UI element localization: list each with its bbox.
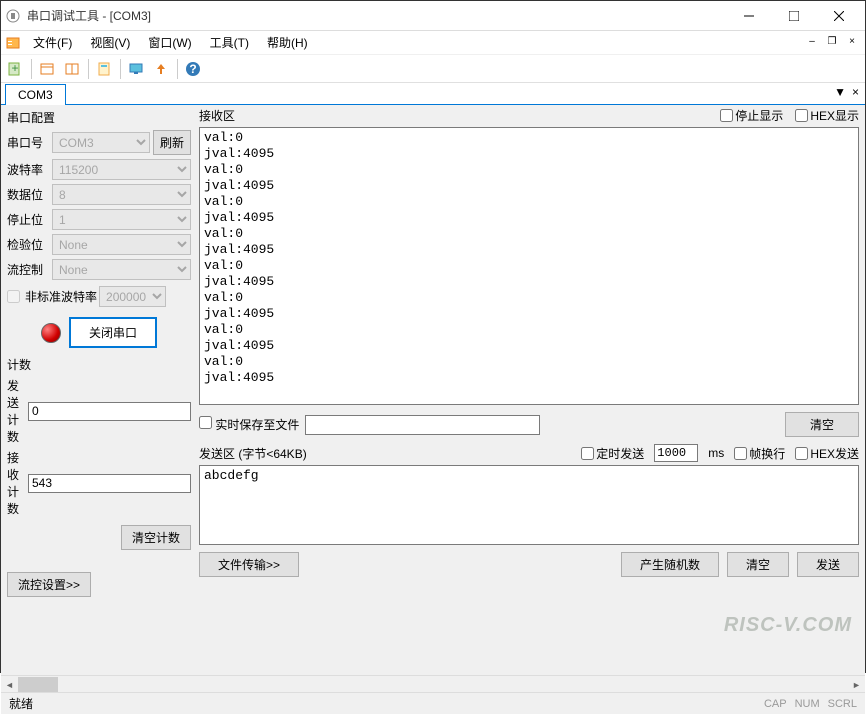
baud-label: 波特率 — [7, 161, 49, 178]
tool-monitor-icon[interactable] — [124, 57, 148, 81]
tab-dropdown-icon[interactable]: ▼ — [834, 85, 846, 99]
parity-select[interactable]: None — [52, 234, 191, 255]
parity-label: 检验位 — [7, 236, 49, 253]
config-title: 串口配置 — [7, 107, 191, 128]
wrap-option[interactable]: 帧换行 — [734, 445, 785, 462]
app-icon — [5, 8, 21, 24]
clear-count-button[interactable]: 清空计数 — [121, 525, 191, 550]
hex-display-checkbox[interactable] — [795, 109, 808, 122]
status-ready: 就绪 — [9, 695, 33, 712]
rx-textarea[interactable]: val:0 jval:4095 val:0 jval:4095 val:0 jv… — [199, 127, 859, 405]
status-cap: CAP — [764, 698, 787, 710]
send-count-input[interactable] — [28, 402, 191, 421]
horizontal-scrollbar[interactable]: ◄ ► — [1, 675, 865, 692]
tool-layout2-icon[interactable] — [60, 57, 84, 81]
menu-tools[interactable]: 工具(T) — [202, 31, 257, 54]
right-panel: 接收区 停止显示 HEX显示 val:0 jval:4095 val:0 jva… — [197, 105, 865, 675]
toolbar: + ? — [1, 55, 865, 83]
status-num: NUM — [795, 698, 820, 710]
hex-send-checkbox[interactable] — [795, 447, 808, 460]
save-realtime-option[interactable]: 实时保存至文件 — [199, 416, 299, 433]
menu-view[interactable]: 视图(V) — [82, 31, 138, 54]
save-path-input[interactable] — [305, 415, 540, 435]
timed-send-checkbox[interactable] — [581, 447, 594, 460]
mdi-restore[interactable]: ❐ — [823, 33, 841, 49]
menu-file[interactable]: 文件(F) — [25, 31, 80, 54]
recv-count-label: 接收计数 — [7, 449, 24, 517]
nonstd-select[interactable]: 200000 — [99, 286, 166, 307]
data-label: 数据位 — [7, 186, 49, 203]
title-bar: 串口调试工具 - [COM3] — [1, 1, 865, 31]
recv-count-input[interactable] — [28, 474, 191, 493]
status-led-icon — [41, 323, 61, 343]
close-port-button[interactable]: 关闭串口 — [69, 317, 157, 348]
flow-label: 流控制 — [7, 261, 49, 278]
app-menu-icon[interactable] — [3, 33, 23, 53]
tab-bar: COM3 ▼ × — [1, 83, 865, 105]
svg-text:+: + — [11, 61, 18, 75]
svg-text:?: ? — [189, 62, 196, 76]
interval-input[interactable] — [654, 444, 698, 462]
send-button[interactable]: 发送 — [797, 552, 859, 577]
menu-bar: 文件(F) 视图(V) 窗口(W) 工具(T) 帮助(H) – ❐ × — [1, 31, 865, 55]
tool-upload-icon[interactable] — [149, 57, 173, 81]
menu-help[interactable]: 帮助(H) — [259, 31, 316, 54]
tool-calc-icon[interactable] — [92, 57, 116, 81]
baud-select[interactable]: 115200 — [52, 159, 191, 180]
tx-textarea[interactable]: abcdefg — [199, 465, 859, 545]
send-count-label: 发送计数 — [7, 377, 24, 445]
tx-title: 发送区 (字节<64KB) — [199, 445, 307, 462]
tx-clear-button[interactable]: 清空 — [727, 552, 789, 577]
stop-display-option[interactable]: 停止显示 — [720, 107, 783, 124]
rx-clear-button[interactable]: 清空 — [785, 412, 859, 437]
hex-send-option[interactable]: HEX发送 — [795, 445, 859, 462]
window-title: 串口调试工具 - [COM3] — [27, 7, 726, 24]
scroll-right-icon[interactable]: ► — [848, 676, 865, 693]
tool-layout1-icon[interactable] — [35, 57, 59, 81]
maximize-button[interactable] — [771, 2, 816, 30]
nonstd-label: 非标准波特率 — [25, 288, 97, 305]
mdi-minimize[interactable]: – — [803, 33, 821, 49]
rx-title: 接收区 — [199, 107, 235, 124]
mdi-close[interactable]: × — [843, 33, 861, 49]
tab-com3[interactable]: COM3 — [5, 84, 66, 105]
status-bar: 就绪 CAP NUM SCRL — [1, 692, 865, 714]
close-button[interactable] — [816, 2, 861, 30]
scroll-thumb[interactable] — [18, 677, 58, 692]
save-realtime-checkbox[interactable] — [199, 416, 212, 429]
stop-display-checkbox[interactable] — [720, 109, 733, 122]
scroll-left-icon[interactable]: ◄ — [1, 676, 18, 693]
wrap-checkbox[interactable] — [734, 447, 747, 460]
tool-help-icon[interactable]: ? — [181, 57, 205, 81]
stop-select[interactable]: 1 — [52, 209, 191, 230]
status-scrl: SCRL — [828, 698, 857, 710]
left-panel: 串口配置 串口号 COM3 刷新 波特率 115200 数据位 8 停止位 1 … — [1, 105, 197, 675]
file-transfer-button[interactable]: 文件传输>> — [199, 552, 299, 577]
timed-send-option[interactable]: 定时发送 — [581, 445, 644, 462]
stop-label: 停止位 — [7, 211, 49, 228]
hex-display-option[interactable]: HEX显示 — [795, 107, 859, 124]
counts-title: 计数 — [7, 354, 191, 375]
nonstd-checkbox[interactable] — [7, 290, 20, 303]
menu-window[interactable]: 窗口(W) — [140, 31, 199, 54]
refresh-button[interactable]: 刷新 — [153, 130, 191, 155]
ms-label: ms — [708, 446, 724, 460]
workspace: 串口配置 串口号 COM3 刷新 波特率 115200 数据位 8 停止位 1 … — [1, 105, 865, 675]
random-button[interactable]: 产生随机数 — [621, 552, 719, 577]
tool-new-icon[interactable]: + — [3, 57, 27, 81]
data-select[interactable]: 8 — [52, 184, 191, 205]
tab-close-icon[interactable]: × — [852, 85, 859, 99]
port-select[interactable]: COM3 — [52, 132, 150, 153]
flow-select[interactable]: None — [52, 259, 191, 280]
flow-settings-button[interactable]: 流控设置>> — [7, 572, 91, 597]
minimize-button[interactable] — [726, 2, 771, 30]
port-label: 串口号 — [7, 134, 49, 151]
